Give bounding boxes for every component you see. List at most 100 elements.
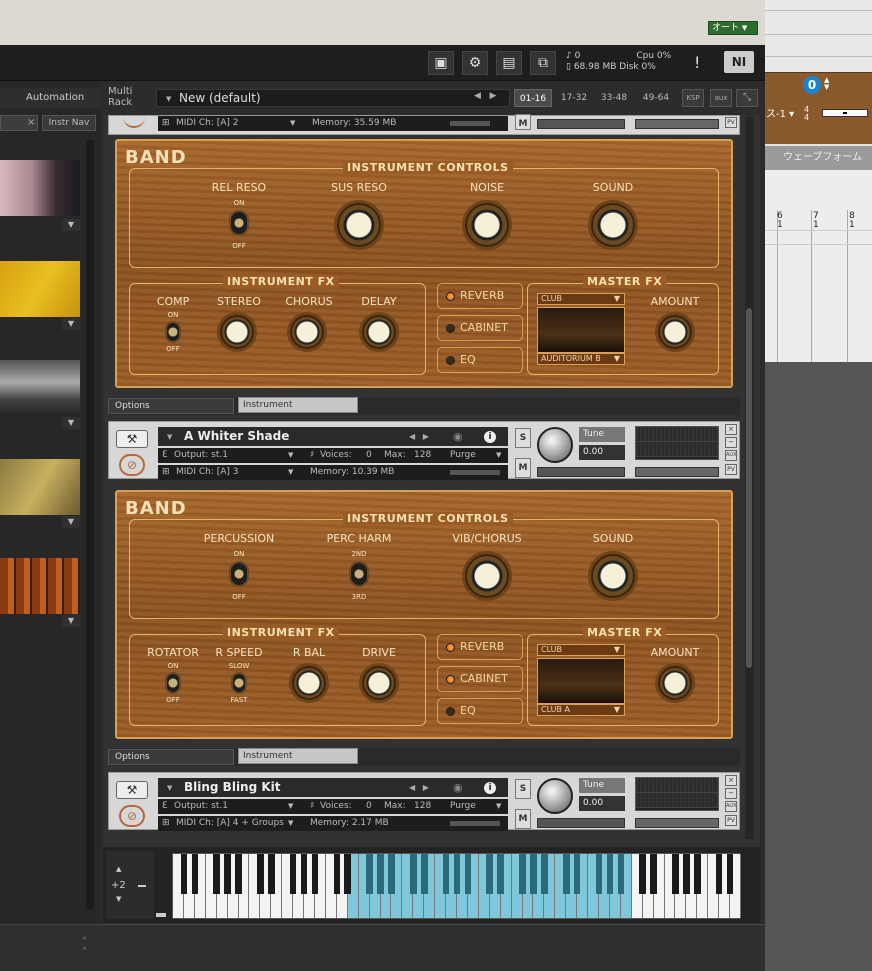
noise-knob[interactable] — [465, 203, 509, 247]
chevron-down-icon[interactable]: ▼ — [167, 433, 172, 441]
volume-slider[interactable] — [635, 818, 719, 828]
black-key[interactable] — [377, 854, 384, 894]
black-key[interactable] — [268, 854, 275, 894]
rack-scrollbar-thumb[interactable] — [746, 308, 752, 668]
camera-icon[interactable]: ◉ — [453, 781, 463, 794]
instrument-logo-icon[interactable]: ⊘ — [119, 454, 145, 476]
pan-slider[interactable] — [537, 818, 625, 828]
collapse-icon[interactable]: ⤡ — [736, 89, 758, 107]
chevron-down-icon[interactable]: ▼ — [62, 318, 80, 330]
reverb-type-select[interactable]: CLUB ▼ — [537, 293, 625, 305]
tune-value[interactable]: 0.00 — [579, 445, 625, 460]
black-key[interactable] — [694, 854, 701, 894]
eq-button[interactable]: EQ — [437, 347, 523, 373]
octave-control[interactable]: ▲ +2 ▼ — [106, 851, 166, 919]
black-key[interactable] — [672, 854, 679, 894]
tempo-display[interactable]: 0 — [803, 76, 821, 94]
library-thumbnail-2[interactable] — [0, 261, 80, 317]
sus-reso-knob[interactable] — [337, 203, 381, 247]
black-key[interactable] — [519, 854, 526, 894]
waveform-header[interactable]: ウェーブフォーム — [765, 146, 872, 170]
automation-mode-select[interactable]: オート ▼ — [708, 21, 758, 35]
options-button[interactable]: Options — [108, 749, 234, 765]
output-row[interactable]: ℇ Output: st.1 ▼ ♯ Voices: 0 Max: 128 Pu… — [158, 448, 508, 463]
black-key[interactable] — [497, 854, 504, 894]
midi-channel-row[interactable]: ⊞ MIDI Ch: [A] 4 + Groups ▼ Memory: 2.17… — [158, 816, 508, 831]
black-key[interactable] — [541, 854, 548, 894]
chevron-down-icon[interactable]: ▼ — [62, 417, 80, 429]
mode-select[interactable]: ス-1 ▾ — [766, 105, 794, 120]
info-icon[interactable]: i — [484, 782, 496, 794]
tab-page-49-64[interactable]: 49-64 — [636, 89, 676, 107]
black-key[interactable] — [464, 854, 472, 894]
black-key[interactable] — [726, 854, 734, 894]
octave-down-icon[interactable]: ▼ — [116, 895, 121, 903]
sound-knob[interactable] — [591, 554, 635, 598]
tempo-stepper-icon[interactable]: ▲ ▼ — [824, 77, 829, 91]
perc-harm-switch[interactable] — [349, 561, 369, 587]
black-key[interactable] — [639, 854, 646, 894]
eq-button[interactable]: EQ — [437, 698, 523, 724]
black-key[interactable] — [453, 854, 461, 894]
tab-instrument[interactable]: Instrument — [238, 397, 358, 413]
black-key[interactable] — [617, 854, 625, 894]
stereo-knob[interactable] — [220, 315, 254, 349]
midi-channel-row[interactable]: ⊞ MIDI Ch: [A] 3 ▼ Memory: 10.39 MB — [158, 465, 508, 480]
cabinet-button[interactable]: CABINET — [437, 666, 523, 692]
black-key[interactable] — [300, 854, 308, 894]
rel-reso-switch[interactable] — [229, 210, 249, 236]
tab-instrument[interactable]: Instrument — [238, 748, 358, 764]
pan-slider[interactable] — [537, 467, 625, 477]
amount-knob[interactable] — [658, 666, 692, 700]
tune-value[interactable]: 0.00 — [579, 796, 625, 811]
black-key[interactable] — [224, 854, 231, 894]
library-thumbnail-4[interactable] — [0, 459, 80, 515]
chevron-down-icon[interactable]: ▼ — [167, 784, 172, 792]
ksp-button[interactable]: KSP — [682, 89, 704, 107]
black-key[interactable] — [595, 854, 603, 894]
black-key[interactable] — [213, 854, 220, 894]
vib-chorus-knob[interactable] — [465, 554, 509, 598]
black-key[interactable] — [344, 854, 352, 894]
preset-nav-arrows[interactable]: ◀ ▶ — [474, 91, 496, 101]
library-thumbnail-1[interactable] — [0, 160, 80, 216]
warning-icon[interactable]: ! — [694, 53, 700, 72]
options-button[interactable]: Options — [108, 398, 234, 414]
time-signature[interactable]: 44 — [804, 106, 809, 122]
octave-up-icon[interactable]: ▲ — [116, 865, 121, 873]
tab-page-01-16[interactable]: 01-16 — [514, 89, 552, 107]
minimize-icon[interactable]: − — [725, 437, 737, 448]
black-key[interactable] — [530, 854, 537, 894]
r-speed-switch[interactable] — [231, 672, 247, 694]
reverb-button[interactable]: REVERB — [437, 283, 523, 309]
reverb-button[interactable]: REVERB — [437, 634, 523, 660]
volume-slider[interactable] — [635, 467, 719, 477]
black-key[interactable] — [410, 854, 417, 894]
library-thumbnail-3[interactable] — [0, 360, 80, 416]
gear-icon[interactable]: ⚙ — [462, 51, 488, 75]
r-bal-knob[interactable] — [292, 666, 326, 700]
volume-slider[interactable] — [635, 119, 719, 129]
sound-knob[interactable] — [591, 203, 635, 247]
clear-search-icon[interactable]: × — [27, 117, 35, 128]
instrument-nav-arrows[interactable]: ◀ ▶ — [409, 432, 429, 441]
instr-nav-button[interactable]: Instr Nav — [42, 115, 96, 131]
black-key[interactable] — [715, 854, 723, 894]
piano-keyboard[interactable] — [172, 853, 741, 919]
comp-switch[interactable] — [165, 321, 181, 343]
black-key[interactable] — [235, 854, 242, 894]
percussion-switch[interactable] — [229, 561, 249, 587]
pv-button[interactable]: PV — [725, 815, 737, 826]
tune-knob[interactable] — [537, 427, 573, 463]
black-key[interactable] — [683, 854, 690, 894]
amount-knob[interactable] — [658, 315, 692, 349]
tune-knob[interactable] — [537, 778, 573, 814]
room-select[interactable]: CLUB A ▼ — [537, 704, 625, 716]
cabinet-button[interactable]: CABINET — [437, 315, 523, 341]
black-key[interactable] — [311, 854, 319, 894]
black-key[interactable] — [420, 854, 428, 894]
aux-button[interactable]: aux — [710, 89, 732, 107]
pan-slider[interactable] — [537, 119, 625, 129]
delay-knob[interactable] — [362, 315, 396, 349]
chevron-down-icon[interactable]: ▼ — [62, 219, 80, 231]
